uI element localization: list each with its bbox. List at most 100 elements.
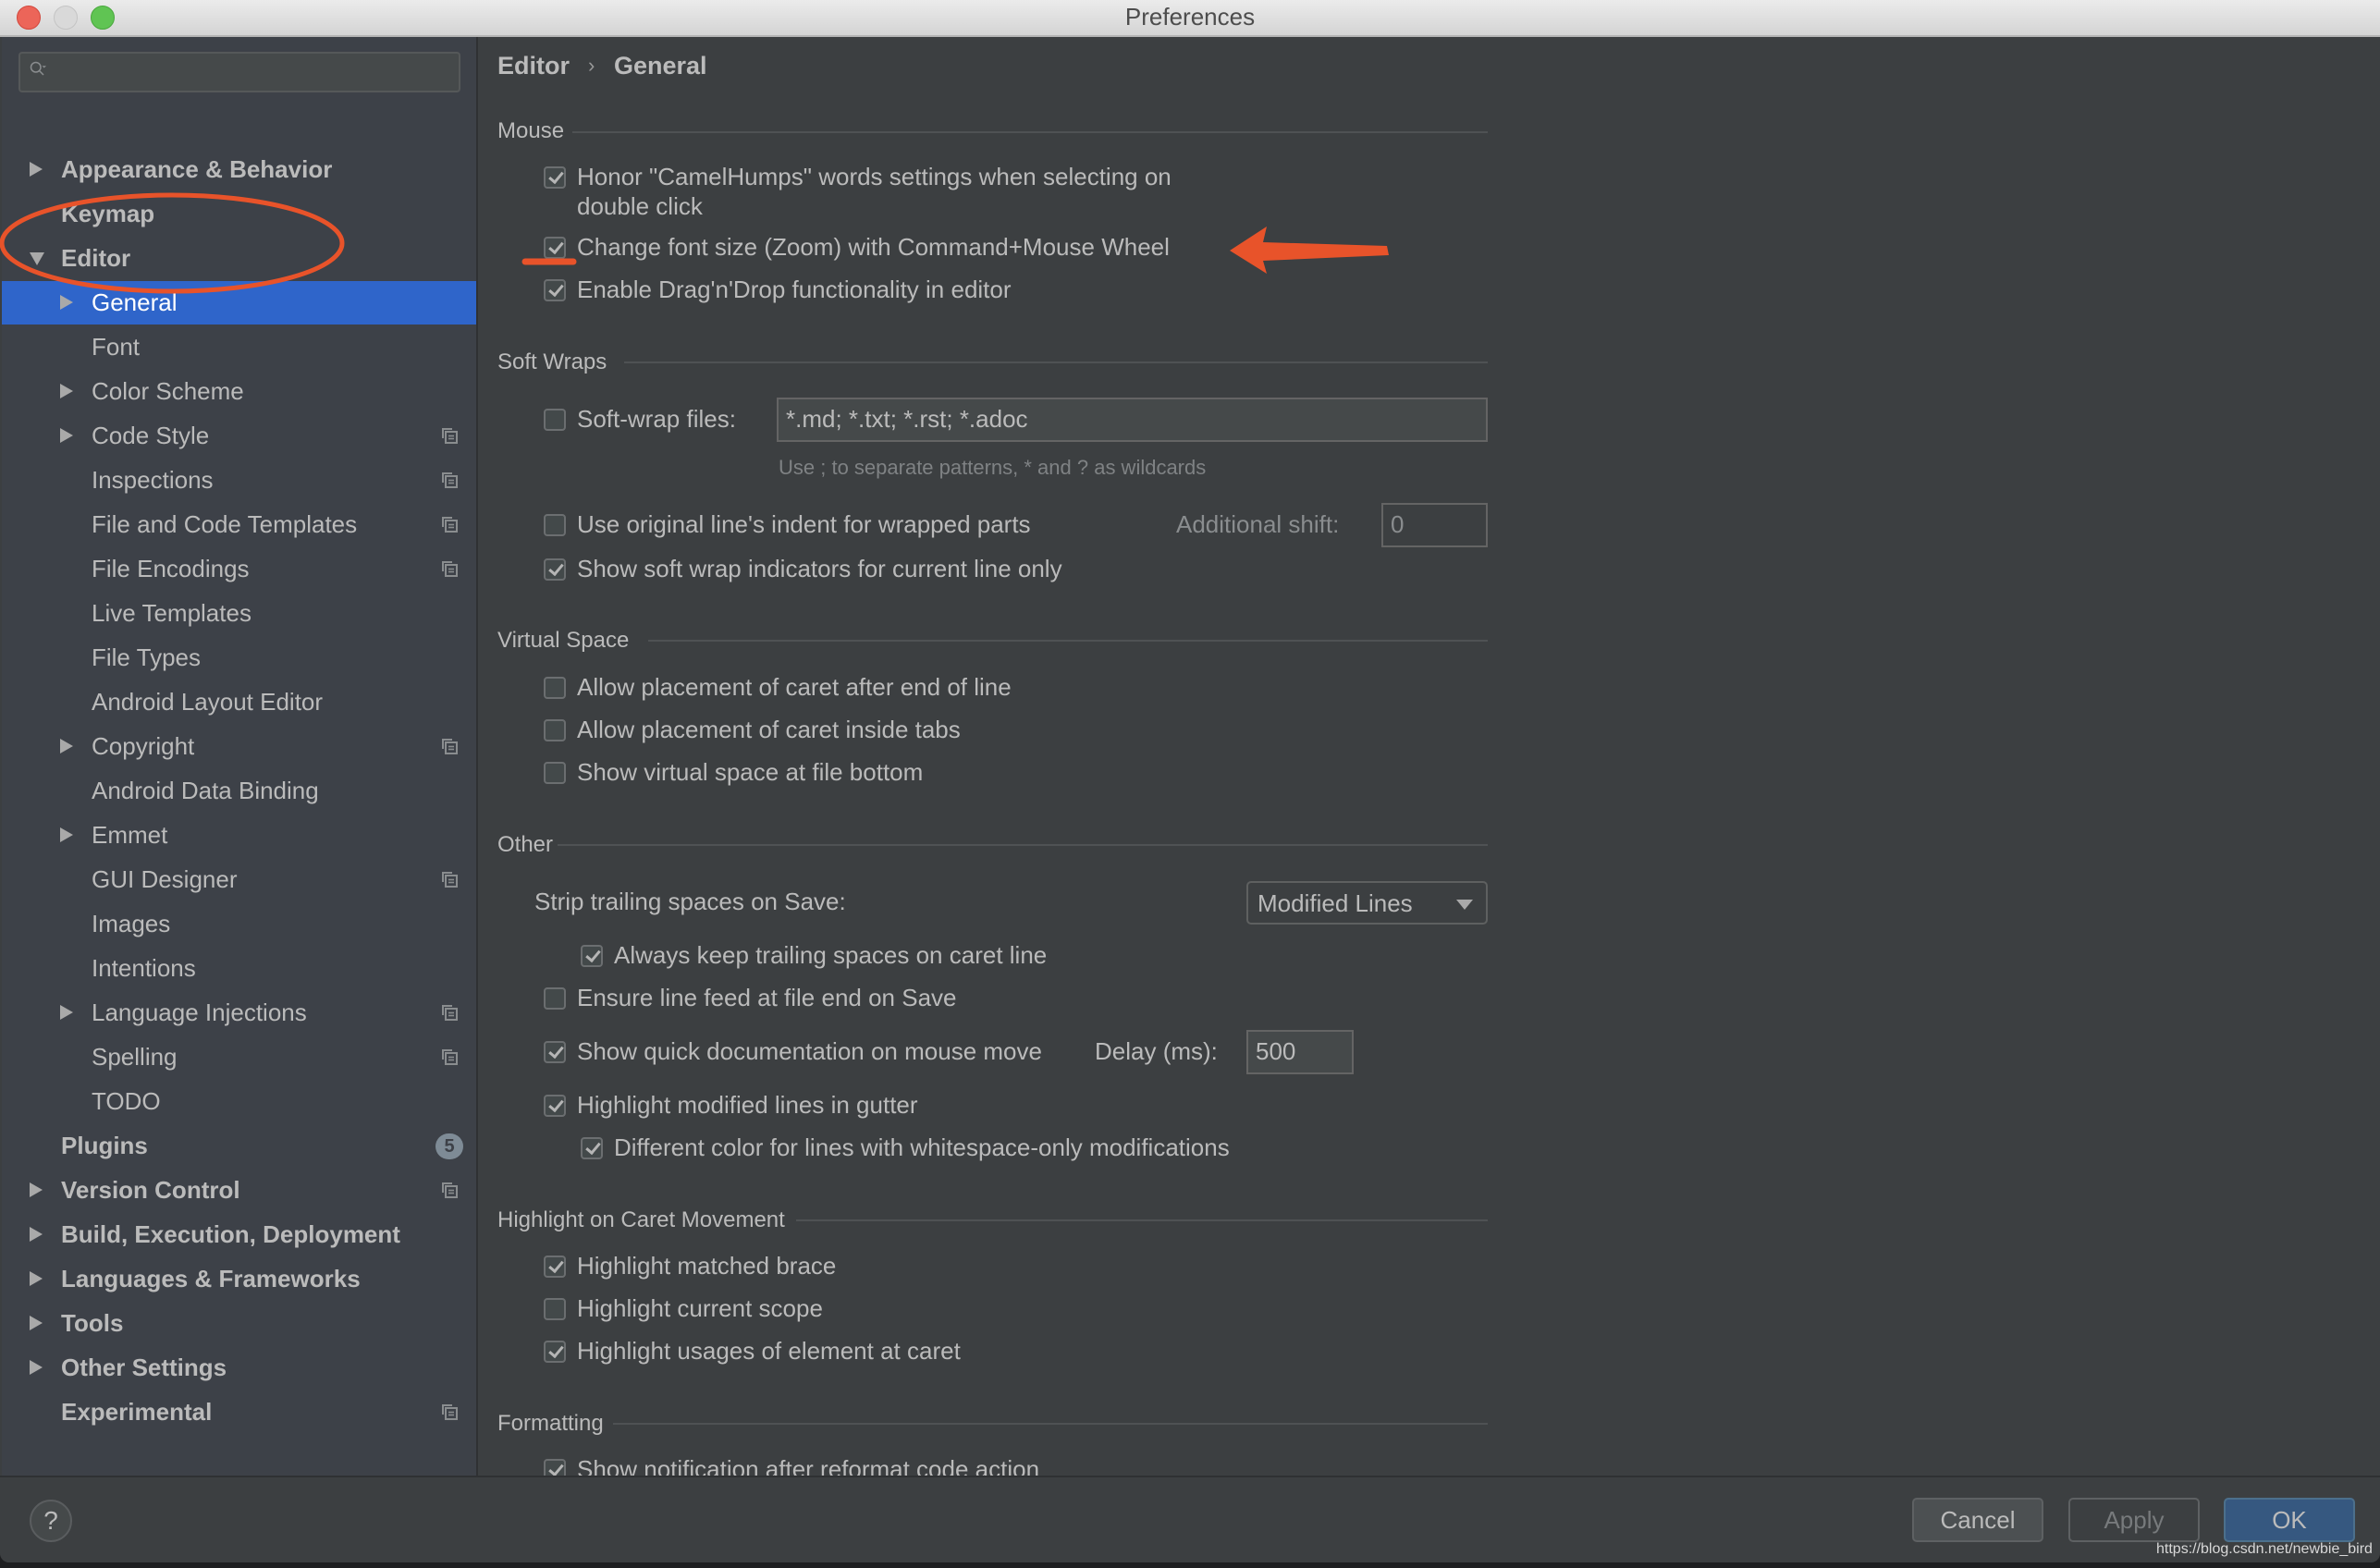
sidebar-item-other-settings[interactable]: Other Settings: [2, 1346, 476, 1390]
sidebar-item-font[interactable]: Font: [2, 325, 476, 369]
sidebar-item-version-control[interactable]: Version Control: [2, 1169, 476, 1212]
apply-button[interactable]: Apply: [2068, 1498, 2200, 1542]
current-scope-label[interactable]: Highlight current scope: [577, 1294, 823, 1323]
sidebar-item-todo[interactable]: TODO: [2, 1080, 476, 1123]
expand-right-icon[interactable]: [60, 739, 73, 753]
sidebar-item-label: Images: [92, 910, 171, 937]
zoom-font-checkbox[interactable]: [544, 237, 566, 259]
project-scope-icon: [442, 1005, 458, 1021]
notify-reformat-checkbox[interactable]: [544, 1459, 566, 1476]
expand-right-icon[interactable]: [30, 1271, 43, 1286]
sidebar-item-appearance-behavior[interactable]: Appearance & Behavior: [2, 148, 476, 191]
strip-trailing-selected: Modified Lines: [1257, 889, 1413, 917]
line-feed-label[interactable]: Ensure line feed at file end on Save: [577, 984, 957, 1012]
sidebar-item-plugins[interactable]: Plugins 5: [2, 1124, 476, 1168]
sidebar-item-spelling[interactable]: Spelling: [2, 1035, 476, 1079]
sidebar-item-general[interactable]: General: [2, 281, 476, 325]
camelhumps-label[interactable]: Honor "CamelHumps" words settings when s…: [577, 163, 1172, 191]
chevron-down-icon: [1456, 900, 1473, 910]
usages-label[interactable]: Highlight usages of element at caret: [577, 1337, 961, 1366]
drag-drop-checkbox[interactable]: [544, 279, 566, 301]
line-feed-checkbox[interactable]: [544, 987, 566, 1010]
expand-right-icon[interactable]: [60, 295, 73, 310]
sidebar-item-inspections[interactable]: Inspections: [2, 459, 476, 502]
settings-search-input[interactable]: [65, 59, 448, 87]
caret-inside-tabs-checkbox[interactable]: [544, 719, 566, 741]
settings-search-box[interactable]: [18, 52, 460, 92]
matched-brace-label[interactable]: Highlight matched brace: [577, 1252, 836, 1280]
expand-right-icon[interactable]: [60, 428, 73, 443]
breadcrumb-parent[interactable]: Editor: [497, 52, 570, 80]
quick-doc-label[interactable]: Show quick documentation on mouse move: [577, 1037, 1042, 1066]
quick-doc-checkbox[interactable]: [544, 1041, 566, 1063]
camelhumps-checkbox[interactable]: [544, 166, 566, 189]
sidebar-item-languages-frameworks[interactable]: Languages & Frameworks: [2, 1257, 476, 1301]
sidebar-item-android-data-binding[interactable]: Android Data Binding: [2, 769, 476, 813]
caret-after-eol-checkbox[interactable]: [544, 677, 566, 699]
highlight-modified-checkbox[interactable]: [544, 1095, 566, 1117]
sidebar-item-build-execution-deployment[interactable]: Build, Execution, Deployment: [2, 1213, 476, 1256]
sidebar-item-file-types[interactable]: File Types: [2, 636, 476, 680]
section-title-other: Other: [497, 832, 554, 857]
highlight-modified-label[interactable]: Highlight modified lines in gutter: [577, 1091, 918, 1120]
soft-wrap-files-label[interactable]: Soft-wrap files:: [577, 405, 736, 434]
sidebar-item-intentions[interactable]: Intentions: [2, 947, 476, 990]
sidebar-item-file-encodings[interactable]: File Encodings: [2, 547, 476, 591]
sidebar-item-images[interactable]: Images: [2, 902, 476, 946]
additional-shift-input[interactable]: 0: [1381, 503, 1488, 547]
expand-right-icon[interactable]: [60, 827, 73, 842]
section-title-virtual-space: Virtual Space: [497, 628, 630, 653]
caret-inside-tabs-label[interactable]: Allow placement of caret inside tabs: [577, 716, 961, 744]
expand-down-icon[interactable]: [30, 252, 44, 265]
sidebar-item-code-style[interactable]: Code Style: [2, 414, 476, 458]
camelhumps-label-line2[interactable]: double click: [577, 192, 703, 221]
matched-brace-checkbox[interactable]: [544, 1256, 566, 1278]
keep-trailing-label[interactable]: Always keep trailing spaces on caret lin…: [614, 941, 1047, 970]
usages-checkbox[interactable]: [544, 1341, 566, 1363]
soft-wrap-files-checkbox[interactable]: [544, 409, 566, 431]
original-indent-label[interactable]: Use original line's indent for wrapped p…: [577, 510, 1031, 539]
drag-drop-label[interactable]: Enable Drag'n'Drop functionality in edit…: [577, 276, 1012, 304]
original-indent-checkbox[interactable]: [544, 514, 566, 536]
sidebar-item-editor[interactable]: Editor: [2, 237, 476, 280]
cancel-button[interactable]: Cancel: [1912, 1498, 2043, 1542]
sidebar-item-file-and-code-templates[interactable]: File and Code Templates: [2, 503, 476, 546]
expand-right-icon[interactable]: [60, 1005, 73, 1020]
sidebar-item-android-layout-editor[interactable]: Android Layout Editor: [2, 680, 476, 724]
expand-right-icon[interactable]: [60, 384, 73, 398]
ok-button[interactable]: OK: [2224, 1498, 2355, 1542]
zoom-font-label[interactable]: Change font size (Zoom) with Command+Mou…: [577, 233, 1170, 262]
expand-right-icon[interactable]: [30, 1360, 43, 1375]
sidebar-item-experimental[interactable]: Experimental: [2, 1390, 476, 1434]
sidebar-item-gui-designer[interactable]: GUI Designer: [2, 858, 476, 901]
expand-right-icon[interactable]: [30, 162, 43, 177]
soft-wrap-indicators-checkbox[interactable]: [544, 558, 566, 581]
expand-right-icon[interactable]: [30, 1227, 43, 1242]
sidebar-item-label: Color Scheme: [92, 377, 244, 405]
sidebar-item-live-templates[interactable]: Live Templates: [2, 592, 476, 635]
soft-wrap-indicators-label[interactable]: Show soft wrap indicators for current li…: [577, 555, 1062, 583]
sidebar-item-emmet[interactable]: Emmet: [2, 814, 476, 857]
dialog-footer: ? Cancel Apply OK: [0, 1476, 2380, 1562]
keep-trailing-checkbox[interactable]: [581, 945, 603, 967]
expand-right-icon[interactable]: [30, 1316, 43, 1330]
soft-wrap-files-input[interactable]: *.md; *.txt; *.rst; *.adoc: [777, 398, 1488, 442]
delay-input[interactable]: 500: [1246, 1030, 1354, 1074]
current-scope-checkbox[interactable]: [544, 1298, 566, 1320]
caret-after-eol-label[interactable]: Allow placement of caret after end of li…: [577, 673, 1012, 702]
virtual-space-bottom-checkbox[interactable]: [544, 762, 566, 784]
help-button[interactable]: ?: [30, 1500, 72, 1542]
sidebar-item-tools[interactable]: Tools: [2, 1302, 476, 1345]
sidebar-item-color-scheme[interactable]: Color Scheme: [2, 370, 476, 413]
virtual-space-bottom-label[interactable]: Show virtual space at file bottom: [577, 758, 923, 787]
whitespace-color-checkbox[interactable]: [581, 1137, 603, 1159]
section-divider: [558, 844, 1488, 846]
expand-right-icon[interactable]: [30, 1182, 43, 1197]
sidebar-item-keymap[interactable]: Keymap: [2, 192, 476, 236]
sidebar-item-label: Plugins: [61, 1132, 148, 1159]
sidebar-item-copyright[interactable]: Copyright: [2, 725, 476, 768]
strip-trailing-dropdown[interactable]: Modified Lines: [1246, 881, 1488, 925]
whitespace-color-label[interactable]: Different color for lines with whitespac…: [614, 1133, 1230, 1162]
sidebar-item-language-injections[interactable]: Language Injections: [2, 991, 476, 1035]
notify-reformat-label[interactable]: Show notification after reformat code ac…: [577, 1455, 1039, 1476]
